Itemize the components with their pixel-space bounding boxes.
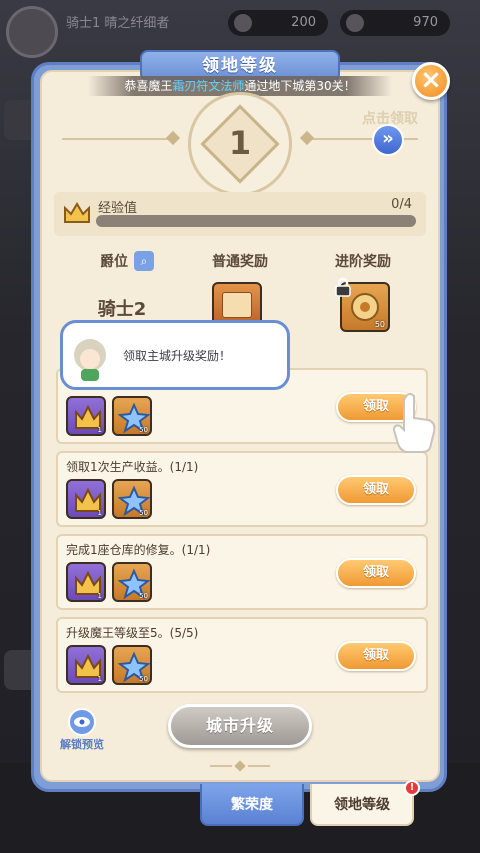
unlock-preview-button[interactable]: 解锁预览 xyxy=(54,708,110,752)
player-avatar xyxy=(6,6,58,58)
resource-icon xyxy=(234,14,252,32)
task-title: 领取1次生产收益。(1/1) xyxy=(66,460,199,474)
task-row: 完成1座仓库的修复。(1/1) 1 50 领取 xyxy=(56,534,428,610)
lock-icon xyxy=(335,277,351,297)
next-level-button[interactable]: » xyxy=(372,124,404,156)
item-count: 50 xyxy=(139,675,148,683)
star-reward-item[interactable]: 50 xyxy=(112,645,152,685)
column-header-normal-reward: 普通奖励 xyxy=(180,251,300,273)
tab-territory-level[interactable]: 领地等级 xyxy=(310,784,414,826)
item-count: 50 xyxy=(139,509,148,517)
tutorial-text: 领取主城升级奖励！ xyxy=(123,349,232,363)
resource-value-1: 200 xyxy=(291,15,316,30)
star-reward-item[interactable]: 50 xyxy=(112,562,152,602)
emblem-divider-left xyxy=(62,138,172,140)
exp-label: 经验值 xyxy=(98,201,138,216)
resource-counter-2: 970 xyxy=(340,10,450,36)
claim-button[interactable]: 领取 xyxy=(336,558,416,588)
item-count: 1 xyxy=(97,426,102,434)
unlock-preview-label: 解锁预览 xyxy=(60,738,104,751)
eye-icon-glyph xyxy=(74,717,90,727)
column-normal-reward-label: 普通奖励 xyxy=(212,254,268,270)
item-count: 1 xyxy=(97,675,102,683)
rank-info-button[interactable]: ⌕ xyxy=(134,251,154,271)
close-button[interactable]: × xyxy=(412,62,450,100)
task-title: 升级魔王等级至5。(5/5) xyxy=(66,626,199,640)
column-advanced-reward-label: 进阶奖励 xyxy=(335,254,391,270)
resource-counter-1: 200 xyxy=(228,10,328,36)
level-number: 1 xyxy=(228,124,252,162)
announcement-prefix: 恭喜魔王 xyxy=(124,79,173,93)
tab-alert-badge: ! xyxy=(404,780,420,796)
exp-value: 0/4 xyxy=(391,197,412,212)
eye-icon xyxy=(68,708,96,736)
crown-reward-item[interactable]: 1 xyxy=(66,396,106,436)
crown-reward-item[interactable]: 1 xyxy=(66,479,106,519)
star-reward-item[interactable]: 50 xyxy=(112,479,152,519)
double-chevron-right-icon: » xyxy=(382,128,394,149)
item-count: 50 xyxy=(139,592,148,600)
column-rank-label: 爵位 xyxy=(100,254,128,270)
crown-icon xyxy=(64,202,90,223)
tutorial-bubble: 领取主城升级奖励！ xyxy=(60,320,290,390)
crown-reward-item[interactable]: 1 xyxy=(66,645,106,685)
exp-progress-bar xyxy=(96,215,416,227)
bottom-ornament xyxy=(210,760,270,772)
item-count: 1 xyxy=(97,509,102,517)
task-title: 完成1座仓库的修复。(1/1) xyxy=(66,543,211,557)
close-icon: × xyxy=(420,65,442,95)
task-row: 升级魔王等级至5。(5/5) 1 50 领取 xyxy=(56,617,428,693)
column-header-rank: 爵位 xyxy=(70,251,180,273)
search-icon: ⌕ xyxy=(140,254,148,268)
claim-button[interactable]: 领取 xyxy=(336,641,416,671)
star-reward-item[interactable]: 50 xyxy=(112,396,152,436)
pointing-hand-icon xyxy=(392,393,436,453)
announcement-suffix: 通过地下城第30关！ xyxy=(244,79,356,93)
rank-name: 骑士2 xyxy=(97,299,147,320)
tab-prosperity[interactable]: 繁荣度 xyxy=(200,784,304,826)
resource-icon xyxy=(346,14,364,32)
task-row: 领取1次生产收益。(1/1) 1 50 领取 xyxy=(56,451,428,527)
claim-button[interactable]: 领取 xyxy=(336,475,416,505)
item-count: 50 xyxy=(139,426,148,434)
crown-reward-item[interactable]: 1 xyxy=(66,562,106,602)
resource-value-2: 970 xyxy=(413,15,438,30)
reward-card-icon xyxy=(222,292,252,318)
item-count: 1 xyxy=(97,592,102,600)
advanced-reward-count: 50 xyxy=(374,320,385,329)
announcement-player: 霜刃符文法师 xyxy=(172,79,245,93)
city-upgrade-button[interactable]: 城市升级 xyxy=(168,704,312,748)
guide-character-avatar xyxy=(74,339,106,381)
column-header-advanced-reward: 进阶奖励 xyxy=(308,251,418,273)
player-name: 骑士1 晴之纤细者 xyxy=(66,16,170,31)
